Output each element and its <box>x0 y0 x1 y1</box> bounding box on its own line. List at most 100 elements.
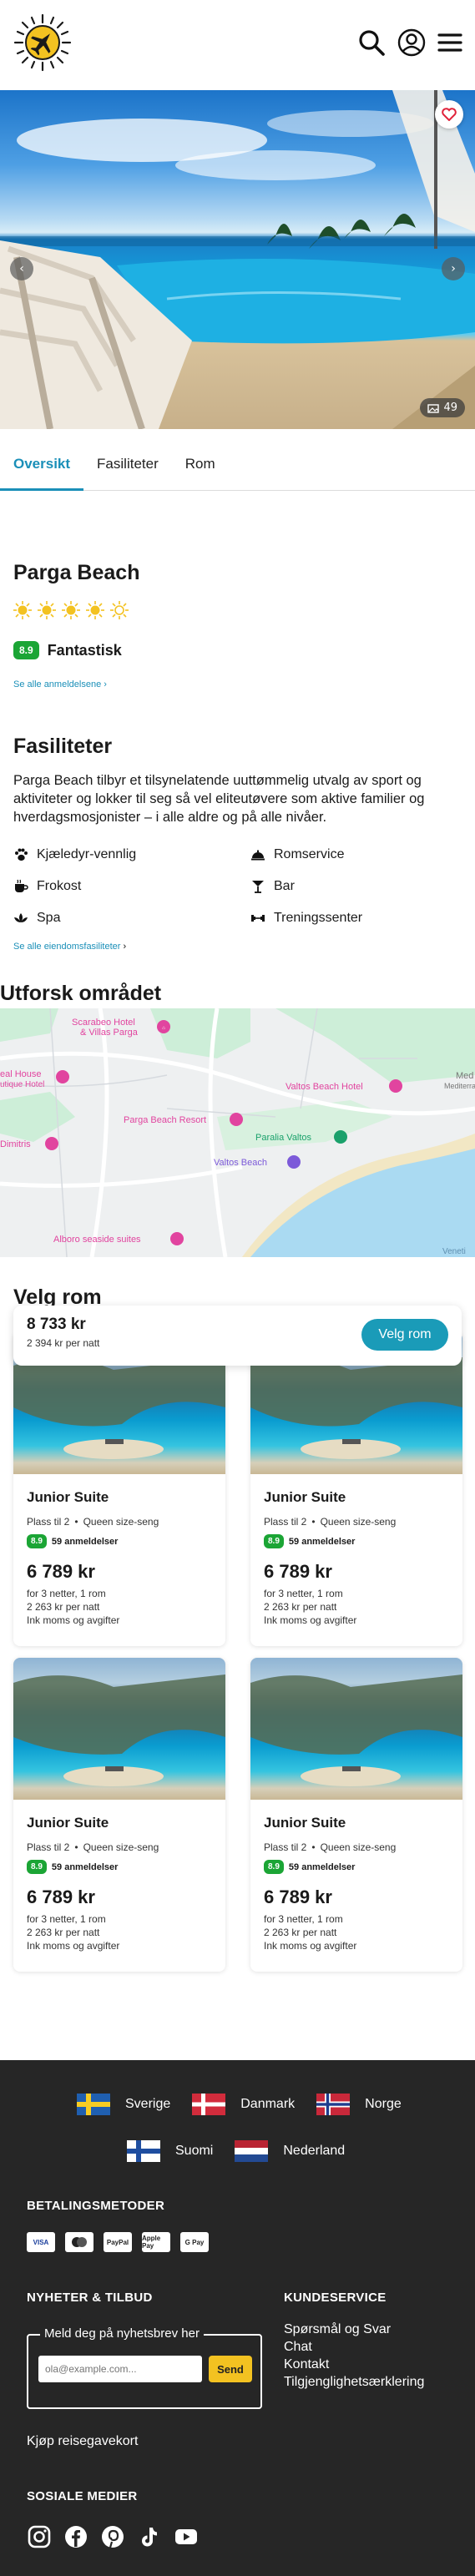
dot-separator: • <box>74 1516 78 1528</box>
facility-label: Bar <box>274 879 295 893</box>
tab-rom[interactable]: Rom <box>172 442 229 491</box>
rating-badge: 8.9 <box>264 1534 284 1548</box>
payment-methods: VISA PayPal Apple Pay G Pay <box>27 2232 209 2252</box>
facility-label: Treningssenter <box>274 911 363 925</box>
room-stay: for 3 netter, 1 rom <box>27 1913 106 1925</box>
room-price: 6 789 kr <box>27 1561 95 1582</box>
contact-link[interactable]: Kontakt <box>284 2357 329 2372</box>
chat-link[interactable]: Chat <box>284 2340 312 2355</box>
country-link-norge[interactable]: Norge <box>316 2094 402 2115</box>
room-bed: Queen size-seng <box>320 1841 397 1853</box>
country-selector-row: Suomi Nederland <box>127 2140 345 2162</box>
area-map[interactable]: ⌂ Scarabeo Hotel & Villas Parga eal Hous… <box>0 1008 475 1257</box>
map-canvas: ⌂ Scarabeo Hotel & Villas Parga eal Hous… <box>0 1008 475 1257</box>
news-title: NYHETER & TILBUD <box>27 2291 153 2305</box>
sun-icon <box>38 601 56 619</box>
finland-flag <box>127 2140 160 2162</box>
room-per-night: 2 263 kr per natt <box>27 1927 100 1938</box>
sun-icon <box>13 601 32 619</box>
country-link-suomi[interactable]: Suomi <box>127 2140 213 2162</box>
chevron-left-icon: ‹ <box>19 262 24 275</box>
next-photo-button[interactable]: › <box>442 257 465 280</box>
dot-separator: • <box>74 1841 78 1853</box>
cloche-icon <box>251 850 265 861</box>
country-link-sverige[interactable]: Sverige <box>77 2094 170 2115</box>
country-selector-row: Sverige Danmark Norge <box>77 2094 402 2115</box>
newsletter-email-input[interactable] <box>38 2356 202 2382</box>
review-count: 59 anmeldelser <box>51 1536 119 1547</box>
room-stay: for 3 netter, 1 rom <box>27 1588 106 1599</box>
mastercard-circles <box>72 2237 87 2247</box>
cocktail-icon <box>252 881 264 893</box>
country-link-nederland[interactable]: Nederland <box>235 2140 345 2162</box>
room-capacity-label: Plass til 2 <box>264 1516 307 1528</box>
country-link-danmark[interactable]: Danmark <box>192 2094 295 2115</box>
country-name: Danmark <box>240 2097 296 2111</box>
room-title: Junior Suite <box>27 1815 109 1831</box>
favorite-button[interactable] <box>435 100 463 129</box>
room-tax: Ink moms og avgifter <box>27 1614 120 1626</box>
all-reviews-link[interactable]: Se alle anmeldelsene › <box>13 679 107 689</box>
room-rating: 8.9 59 anmeldelser <box>27 1534 118 1548</box>
facility-item: Spa <box>13 910 250 927</box>
newsletter-legend: Meld deg på nyhetsbrev her <box>40 2326 204 2341</box>
faq-link[interactable]: Spørsmål og Svar <box>284 2322 391 2337</box>
sun-rating <box>13 601 129 619</box>
site-header <box>0 0 475 90</box>
social-links <box>27 2524 199 2549</box>
room-stay: for 3 netter, 1 rom <box>264 1588 343 1599</box>
site-footer: Sverige Danmark Norge Suomi Nederland BE… <box>0 2060 475 2576</box>
sticky-per-night: 2 394 kr per natt <box>27 1337 100 1349</box>
netherlands-flag <box>235 2140 269 2162</box>
room-tax: Ink moms og avgifter <box>264 1614 357 1626</box>
room-capacity: Plass til 2 • Queen size-seng <box>27 1516 159 1528</box>
review-count: 59 anmeldelser <box>288 1861 356 1872</box>
bay-photo <box>13 1674 225 1786</box>
choose-room-button[interactable]: Velg rom <box>361 1319 448 1351</box>
tab-fasiliteter[interactable]: Fasiliteter <box>83 442 172 491</box>
room-price: 6 789 kr <box>264 1561 332 1582</box>
menu-icon[interactable] <box>436 28 464 57</box>
room-bed: Queen size-seng <box>83 1841 159 1853</box>
room-photo <box>250 1658 462 1800</box>
map-label: Parga Beach Resort <box>124 1115 206 1125</box>
previous-photo-button[interactable]: ‹ <box>10 257 33 280</box>
youtube-icon[interactable] <box>174 2524 199 2549</box>
map-label: utique Hotel <box>0 1080 44 1089</box>
accessibility-link[interactable]: Tilgjenglighetsærklering <box>284 2375 424 2390</box>
tab-oversikt[interactable]: Oversikt <box>0 442 84 491</box>
newsletter-send-button[interactable]: Send <box>209 2356 252 2382</box>
room-card[interactable]: Junior Suite Plass til 2 • Queen size-seng… <box>250 1658 462 1972</box>
country-name: Nederland <box>283 2144 346 2158</box>
instagram-icon[interactable] <box>27 2524 52 2549</box>
country-name: Suomi <box>175 2144 214 2158</box>
facility-item: Treningssenter <box>250 910 456 927</box>
map-label: eal House <box>0 1069 42 1079</box>
room-card[interactable]: Junior Suite Plass til 2 • Queen size-seng… <box>13 1658 225 1972</box>
rating-badge: 8.9 <box>27 1860 47 1874</box>
facility-label: Spa <box>37 911 61 925</box>
all-facilities-link[interactable]: Se alle eiendomsfasiliteter › <box>13 942 126 952</box>
pinterest-icon[interactable] <box>100 2524 125 2549</box>
map-label: Mediterra <box>444 1082 475 1090</box>
room-card[interactable]: Junior Suite Plass til 2 • Queen size-seng… <box>13 1332 225 1646</box>
photo-count-badge[interactable]: 49 <box>420 398 465 417</box>
facebook-icon[interactable] <box>63 2524 88 2549</box>
room-tax: Ink moms og avgifter <box>27 1940 120 1952</box>
payment-title: BETALINGSMETODER <box>27 2199 165 2213</box>
area-title: Utforsk området <box>0 982 162 1005</box>
hotel-photo-gallery[interactable]: ‹ › 49 <box>0 90 475 429</box>
facility-label: Kjæledyr-vennlig <box>37 847 137 861</box>
apple-pay-icon: Apple Pay <box>142 2232 170 2252</box>
user-icon[interactable] <box>397 28 426 57</box>
search-icon[interactable] <box>357 28 386 57</box>
paypal-icon: PayPal <box>104 2232 132 2252</box>
norway-flag <box>316 2094 351 2115</box>
room-title: Junior Suite <box>264 1815 346 1831</box>
gift-card-link[interactable]: Kjøp reisegavekort <box>27 2434 138 2449</box>
rating-label: Fantastisk <box>47 641 122 659</box>
sun-icon <box>62 601 80 619</box>
tiktok-icon[interactable] <box>137 2524 162 2549</box>
room-card[interactable]: Junior Suite Plass til 2 • Queen size-seng… <box>250 1332 462 1646</box>
sun-plane-logo[interactable] <box>13 13 72 72</box>
